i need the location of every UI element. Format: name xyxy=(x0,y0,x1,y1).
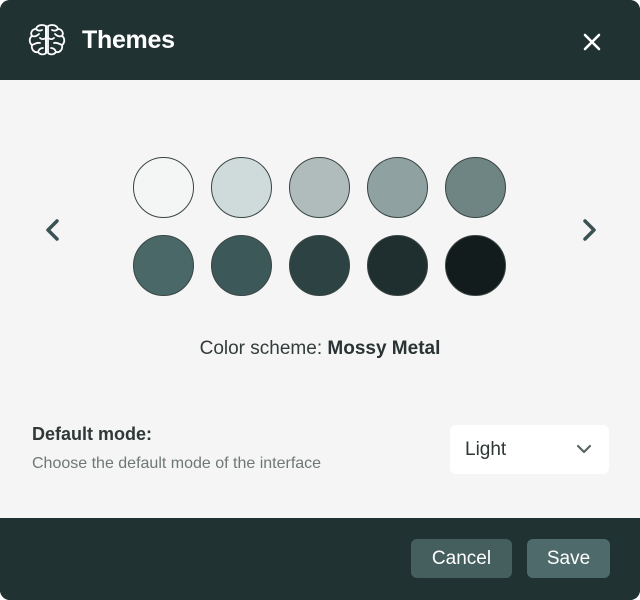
color-scheme-label: Color scheme: Mossy Metal xyxy=(0,338,640,360)
color-swatch-2[interactable] xyxy=(211,157,272,218)
themes-dialog: Themes Color scheme: Mossy Metal Default… xyxy=(0,0,640,600)
brain-icon xyxy=(28,24,66,56)
default-mode-description: Choose the default mode of the interface xyxy=(32,455,322,472)
chevron-right-icon[interactable] xyxy=(574,210,604,250)
color-swatch-3[interactable] xyxy=(289,157,350,218)
color-scheme-prefix: Color scheme: xyxy=(199,338,323,359)
color-swatch-4[interactable] xyxy=(367,157,428,218)
chevron-left-icon[interactable] xyxy=(38,210,68,250)
color-swatch-5[interactable] xyxy=(445,157,506,218)
color-swatch-9[interactable] xyxy=(367,235,428,296)
dialog-title: Themes xyxy=(82,26,175,54)
dialog-header: Themes xyxy=(0,0,640,80)
close-icon[interactable] xyxy=(578,28,606,56)
default-mode-value: Light xyxy=(465,439,507,460)
color-swatch-7[interactable] xyxy=(211,235,272,296)
color-swatch-8[interactable] xyxy=(289,235,350,296)
color-swatch-1[interactable] xyxy=(133,157,194,218)
color-swatch-6[interactable] xyxy=(133,235,194,296)
color-scheme-name: Mossy Metal xyxy=(327,338,441,359)
color-swatch-10[interactable] xyxy=(445,235,506,296)
dialog-footer: Cancel Save xyxy=(0,518,640,600)
chevron-down-icon xyxy=(576,444,592,454)
save-button[interactable]: Save xyxy=(527,539,610,578)
cancel-button[interactable]: Cancel xyxy=(411,539,512,578)
default-mode-select[interactable]: Light xyxy=(450,425,609,474)
dialog-body: Color scheme: Mossy Metal Default mode: … xyxy=(0,80,640,518)
default-mode-title: Default mode: xyxy=(32,424,153,444)
